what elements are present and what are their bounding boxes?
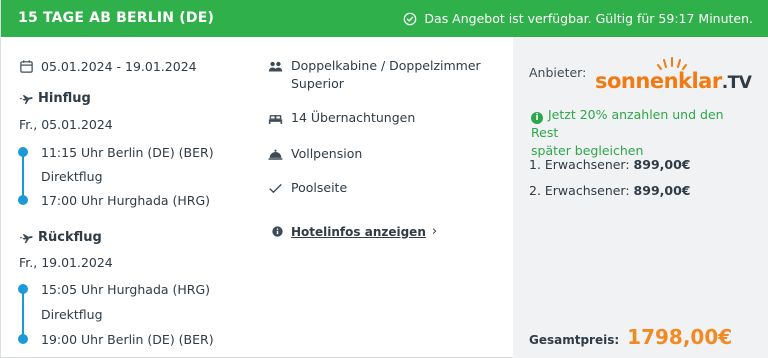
- plane-icon: [19, 91, 34, 106]
- nights-text: 14 Übernachtungen: [291, 110, 416, 125]
- return-arrival: 19:00 Uhr Berlin (DE) (BER): [41, 332, 214, 347]
- travel-dates: 05.01.2024 - 19.01.2024: [19, 59, 197, 74]
- availability-notice: Das Angebot ist verfügbar. Gültig für 59…: [402, 11, 753, 26]
- outbound-label: Hinflug: [38, 91, 91, 106]
- offer-title: 15 TAGE AB BERLIN (DE): [18, 10, 215, 26]
- return-departure: 15:05 Uhr Hurghada (HRG): [41, 282, 211, 297]
- check-circle-icon: [402, 11, 417, 26]
- availability-text: Das Angebot ist verfügbar. Gültig für 59…: [424, 11, 753, 26]
- hotel-details: Doppelkabine / Doppelzimmer Superior 14 …: [251, 37, 513, 358]
- info-icon: [270, 224, 285, 239]
- board-type-text: Vollpension: [291, 146, 363, 161]
- return-type: Direktflug: [41, 307, 103, 322]
- calendar-icon: [19, 59, 34, 74]
- checkmark-icon: [267, 181, 284, 196]
- outbound-arrival: 17:00 Uhr Hurghada (HRG): [41, 193, 211, 208]
- deposit-promo-line1: Jetzt 20% anzahlen und den Rest: [531, 107, 724, 140]
- return-arrival-dot: [18, 334, 28, 344]
- board-type: Vollpension: [267, 145, 362, 163]
- offer-card: 15 TAGE AB BERLIN (DE) Das Angebot ist v…: [0, 0, 768, 358]
- people-icon: [267, 59, 284, 74]
- pricing-panel: Anbieter: sonnenklar.TV i Jetzt 20% anzah…: [513, 37, 768, 358]
- outbound-heading: Hinflug: [19, 91, 91, 106]
- bed-icon: [267, 111, 284, 126]
- deposit-promo: i Jetzt 20% anzahlen und den Rest später …: [531, 106, 751, 160]
- return-heading: Rückflug: [19, 230, 102, 245]
- cloche-icon: [267, 147, 284, 162]
- provider-logo: sonnenklar.TV: [595, 57, 752, 95]
- hotel-info-link-text[interactable]: Hotelinfos anzeigen: [291, 225, 426, 239]
- return-label: Rückflug: [38, 230, 102, 245]
- plane-icon: [19, 230, 34, 245]
- adult-price-label: 1. Erwachsener:: [529, 157, 630, 172]
- room-location: Poolseite: [267, 179, 347, 197]
- return-departure-dot: [18, 284, 28, 294]
- chevron-right-icon: ›: [431, 224, 438, 239]
- room-type-line2: Superior: [291, 76, 344, 91]
- provider-logo-suffix: .TV: [721, 73, 752, 93]
- flight-details: 05.01.2024 - 19.01.2024 Hinflug Fr., 05.…: [1, 37, 251, 358]
- outbound-date: Fr., 05.01.2024: [19, 117, 113, 132]
- provider-logo-name: sonnenklar: [595, 69, 722, 93]
- hotel-info-link[interactable]: Hotelinfos anzeigen ›: [270, 224, 437, 239]
- offer-header: 15 TAGE AB BERLIN (DE) Das Angebot ist v…: [1, 0, 768, 37]
- travel-dates-text: 05.01.2024 - 19.01.2024: [41, 59, 197, 74]
- adult-price-label: 2. Erwachsener:: [529, 183, 630, 198]
- outbound-departure: 11:15 Uhr Berlin (DE) (BER): [41, 145, 214, 160]
- room-type: Doppelkabine / Doppelzimmer Superior: [267, 57, 481, 93]
- adult-price-value: 899,00€: [633, 183, 691, 198]
- adult-price-row: 2. Erwachsener: 899,00€: [529, 183, 690, 198]
- total-price: Gesamtpreis: 1798,00€: [529, 325, 732, 349]
- room-type-line1: Doppelkabine / Doppelzimmer: [291, 58, 481, 73]
- adult-price-row: 1. Erwachsener: 899,00€: [529, 157, 690, 172]
- provider-label: Anbieter:: [529, 65, 587, 80]
- outbound-type: Direktflug: [41, 169, 103, 184]
- room-location-text: Poolseite: [291, 180, 348, 195]
- return-date: Fr., 19.01.2024: [19, 255, 113, 270]
- outbound-departure-dot: [18, 147, 28, 157]
- outbound-arrival-dot: [18, 195, 28, 205]
- nights: 14 Übernachtungen: [267, 109, 415, 127]
- return-timeline: [22, 287, 24, 340]
- adult-price-value: 899,00€: [633, 157, 691, 172]
- info-icon: i: [531, 112, 543, 124]
- total-price-value: 1798,00€: [627, 325, 733, 349]
- total-price-label: Gesamtpreis:: [529, 333, 620, 347]
